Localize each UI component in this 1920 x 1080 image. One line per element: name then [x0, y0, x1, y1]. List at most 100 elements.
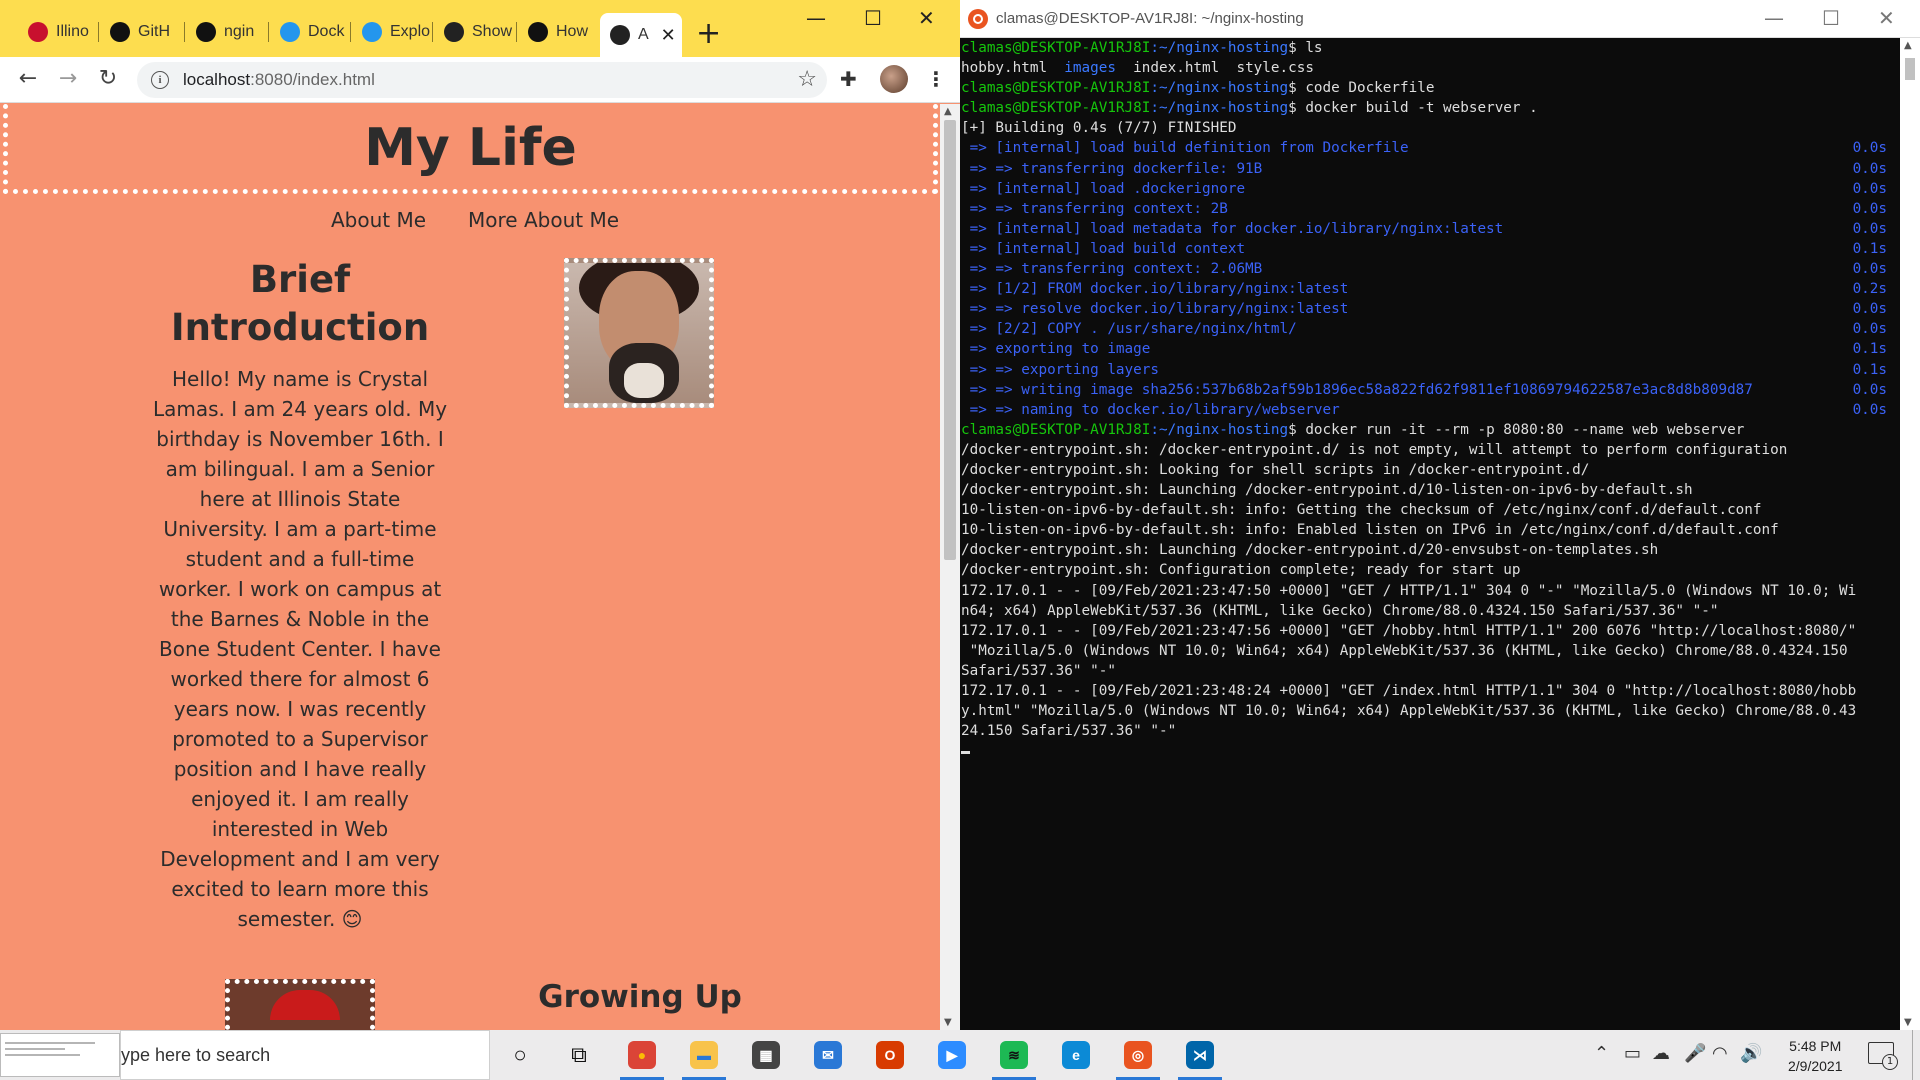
- tab-label: A: [638, 26, 649, 43]
- build-step-time: 0.0s: [1852, 160, 1887, 177]
- close-icon[interactable]: ✕: [1878, 6, 1895, 30]
- childhood-photo: [225, 979, 375, 1030]
- tab-label: Dock: [308, 23, 345, 40]
- scroll-thumb[interactable]: [944, 120, 956, 560]
- address-bar[interactable]: i localhost:8080/index.html ☆: [137, 62, 827, 98]
- browser-tab[interactable]: How: [518, 13, 596, 51]
- notification-count-badge: 1: [1882, 1054, 1898, 1070]
- minimize-icon[interactable]: —: [1764, 6, 1784, 30]
- show-desktop-button[interactable]: [1912, 1030, 1920, 1080]
- output-text: /docker-entrypoint.sh: Launching /docker…: [961, 542, 1659, 559]
- nav-link-about-me[interactable]: About Me: [331, 208, 426, 232]
- ubuntu-icon: [968, 9, 988, 29]
- build-step-time: 0.0s: [1852, 200, 1887, 217]
- taskbar-app-button[interactable]: ●: [612, 1030, 672, 1080]
- extensions-puzzle-icon[interactable]: ✚: [840, 67, 857, 91]
- taskbar-app-button[interactable]: ≋: [984, 1030, 1044, 1080]
- site-title: My Life: [364, 118, 577, 178]
- profile-avatar[interactable]: [880, 65, 908, 93]
- volume-icon[interactable]: 🔊: [1740, 1043, 1762, 1064]
- terminal-line: clamas@DESKTOP-AV1RJ8I:~/nginx-hosting$ …: [961, 420, 1899, 440]
- cortana-icon: ○: [513, 1042, 527, 1067]
- taskbar-app-button[interactable]: e: [1046, 1030, 1106, 1080]
- minimize-icon[interactable]: —: [806, 6, 826, 30]
- browser-window: Illino GitH ngin Dock Explo Show How A ✕ + — ☐ ✕…: [0, 0, 960, 1030]
- build-step-time: 0.2s: [1852, 281, 1887, 298]
- taskbar-app-button[interactable]: O: [860, 1030, 920, 1080]
- url-text[interactable]: localhost:8080/index.html: [183, 70, 375, 90]
- clock-time: 5:48 PM: [1789, 1038, 1842, 1054]
- terminal-line: => [2/2] COPY . /usr/share/nginx/html/0.…: [961, 319, 1899, 339]
- ls-file: hobby.html: [961, 60, 1065, 77]
- terminal-line: => [internal] load .dockerignore 0.0s: [961, 179, 1899, 199]
- prompt-path: :~/nginx-hosting: [1150, 40, 1289, 56]
- build-step-text: => => resolve docker.io/library/nginx:la…: [961, 301, 1349, 318]
- taskbar-search-box[interactable]: ype here to search: [120, 1030, 490, 1080]
- back-arrow-icon[interactable]: ←: [12, 62, 44, 94]
- forward-arrow-icon[interactable]: →: [52, 62, 84, 94]
- taskbar-app-button[interactable]: ▶: [922, 1030, 982, 1080]
- build-step-text: => => writing image sha256:537b68b2af59b…: [961, 381, 1753, 398]
- new-tab-button[interactable]: +: [696, 16, 721, 51]
- site-info-icon[interactable]: i: [151, 71, 169, 89]
- menu-kebab-icon[interactable]: ⋮: [926, 67, 946, 91]
- close-icon[interactable]: ✕: [918, 6, 935, 30]
- output-text: "Mozilla/5.0 (Windows NT 10.0; Win64; x6…: [961, 642, 1848, 659]
- maximize-icon[interactable]: ☐: [864, 6, 882, 30]
- terminal-line: hobby.html images index.html style.css: [961, 58, 1899, 78]
- taskbar-app-button[interactable]: ◎: [1108, 1030, 1168, 1080]
- browser-tab[interactable]: Illino: [18, 13, 96, 51]
- build-step-time: 0.0s: [1852, 180, 1887, 197]
- edge-icon: [362, 22, 382, 42]
- browser-tab[interactable]: GitH: [100, 13, 182, 51]
- maximize-icon[interactable]: ☐: [1822, 6, 1840, 30]
- scroll-up-arrow-icon[interactable]: ▲: [944, 106, 952, 117]
- terminal-scrollbar[interactable]: ▲ ▼: [1900, 38, 1920, 1030]
- clock[interactable]: 5:48 PM 2/9/2021: [1788, 1036, 1843, 1076]
- taskbar-app-button[interactable]: ○: [490, 1030, 550, 1080]
- build-step-time: 0.1s: [1852, 240, 1887, 257]
- terminal-output[interactable]: clamas@DESKTOP-AV1RJ8I:~/nginx-hosting$ …: [961, 38, 1899, 1030]
- browser-tab[interactable]: A ✕: [600, 13, 682, 57]
- taskbar-app-button[interactable]: ▦: [736, 1030, 796, 1080]
- build-step-text: => [internal] load .dockerignore: [961, 180, 1246, 197]
- browser-tab[interactable]: ngin: [186, 13, 266, 51]
- build-step-text: => [internal] load build context: [961, 240, 1246, 257]
- vscode-icon: ⋊: [1186, 1041, 1214, 1069]
- battery-icon[interactable]: ▭: [1624, 1043, 1641, 1064]
- onedrive-cloud-icon[interactable]: ☁: [1652, 1043, 1670, 1064]
- terminal-line: /docker-entrypoint.sh: Looking for shell…: [961, 460, 1899, 480]
- terminal-line: "Mozilla/5.0 (Windows NT 10.0; Win64; x6…: [961, 641, 1899, 661]
- microphone-icon[interactable]: 🎤: [1684, 1043, 1706, 1064]
- build-step-time: 0.1s: [1852, 341, 1887, 358]
- tab-close-icon[interactable]: ✕: [661, 25, 676, 46]
- scroll-thumb[interactable]: [1905, 58, 1915, 80]
- nav-link-more-about-me[interactable]: More About Me: [468, 208, 619, 232]
- scroll-down-arrow-icon[interactable]: ▼: [944, 1017, 952, 1028]
- prompt-path: :~/nginx-hosting: [1150, 100, 1289, 117]
- wifi-icon[interactable]: ◠: [1712, 1043, 1728, 1064]
- page-scrollbar[interactable]: ▲ ▼: [940, 104, 960, 1030]
- show-hidden-icons-chevron-icon[interactable]: ⌃: [1594, 1043, 1609, 1064]
- terminal-line: 172.17.0.1 - - [09/Feb/2021:23:47:50 +00…: [961, 581, 1899, 601]
- browser-tab[interactable]: Explo: [352, 13, 430, 51]
- taskbar-app-button[interactable]: ⧉: [549, 1030, 609, 1080]
- browser-tab[interactable]: Dock: [270, 13, 348, 51]
- taskbar-app-button[interactable]: ✉: [798, 1030, 858, 1080]
- tab-label: Show: [472, 23, 513, 40]
- reload-icon[interactable]: ↻: [92, 62, 124, 94]
- output-text: 10-listen-on-ipv6-by-default.sh: info: E…: [961, 522, 1779, 539]
- bookmark-star-icon[interactable]: ☆: [797, 67, 817, 92]
- prompt-user: clamas@DESKTOP-AV1RJ8I: [961, 100, 1151, 117]
- taskbar-app-button[interactable]: ▬: [674, 1030, 734, 1080]
- tab-separator: [98, 22, 99, 42]
- tab-label: How: [556, 23, 589, 40]
- terminal-titlebar: clamas@DESKTOP-AV1RJ8I: ~/nginx-hosting …: [960, 0, 1920, 38]
- scroll-down-arrow-icon[interactable]: ▼: [1904, 1017, 1912, 1028]
- office-icon: O: [876, 1041, 904, 1069]
- scroll-up-arrow-icon[interactable]: ▲: [1904, 40, 1912, 51]
- taskbar-app-button[interactable]: ⋊: [1170, 1030, 1230, 1080]
- tab-separator: [268, 22, 269, 42]
- terminal-line: => => transferring context: 2.06MB 0.0s: [961, 259, 1899, 279]
- browser-tab[interactable]: Show: [434, 13, 514, 51]
